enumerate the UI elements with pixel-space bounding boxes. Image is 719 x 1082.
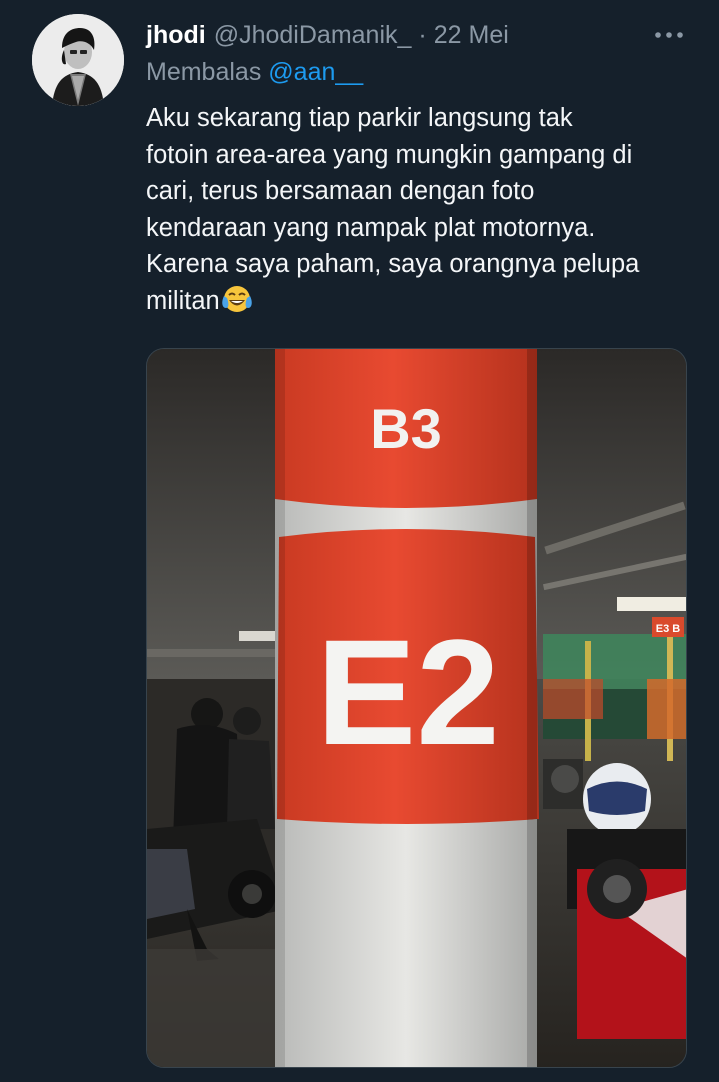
- avatar[interactable]: [32, 14, 124, 106]
- tweet-header: jhodi @JhodiDamanik_ · 22 Mei: [146, 18, 509, 52]
- tweet-text-line: fotoin area-area yang mungkin gampang di: [146, 140, 633, 169]
- tweet[interactable]: jhodi @JhodiDamanik_ · 22 Mei Membalas @…: [0, 0, 719, 1082]
- more-options-button[interactable]: [652, 22, 686, 48]
- tweet-text-line: militan: [146, 286, 220, 315]
- display-name[interactable]: jhodi: [146, 21, 206, 50]
- reply-mention-link[interactable]: @aan__: [268, 58, 363, 86]
- tweet-text: Aku sekarang tiap parkir langsung tak fo…: [146, 100, 696, 324]
- separator-dot: ·: [418, 20, 427, 49]
- tweet-text-line: cari, terus bersamaan dengan foto: [146, 177, 535, 205]
- tweet-date[interactable]: 22 Mei: [434, 21, 509, 50]
- pillar-level-label: B3: [370, 397, 442, 460]
- replying-to: Membalas @aan__: [146, 58, 363, 87]
- tweet-text-line: Aku sekarang tiap parkir langsung tak: [146, 104, 573, 132]
- user-handle[interactable]: @JhodiDamanik_: [214, 21, 412, 50]
- avatar-image: [32, 14, 124, 106]
- tweet-text-line: kendaraan yang nampak plat motornya.: [146, 213, 596, 242]
- tweet-text-line: Karena saya paham, saya orangnya pelupa: [146, 250, 640, 278]
- reply-prefix: Membalas: [146, 58, 262, 86]
- tweet-photo[interactable]: E3 B B3 E2: [146, 348, 687, 1068]
- more-horizontal-icon: [655, 32, 683, 38]
- tweet-text-last-line: militan: [146, 283, 696, 325]
- parking-garage-photo: E3 B B3 E2: [147, 349, 686, 1067]
- pillar-zone-label: E2: [316, 608, 499, 776]
- laughing-tears-emoji-icon: [221, 284, 253, 325]
- parking-sign-label: E3 B: [656, 623, 681, 635]
